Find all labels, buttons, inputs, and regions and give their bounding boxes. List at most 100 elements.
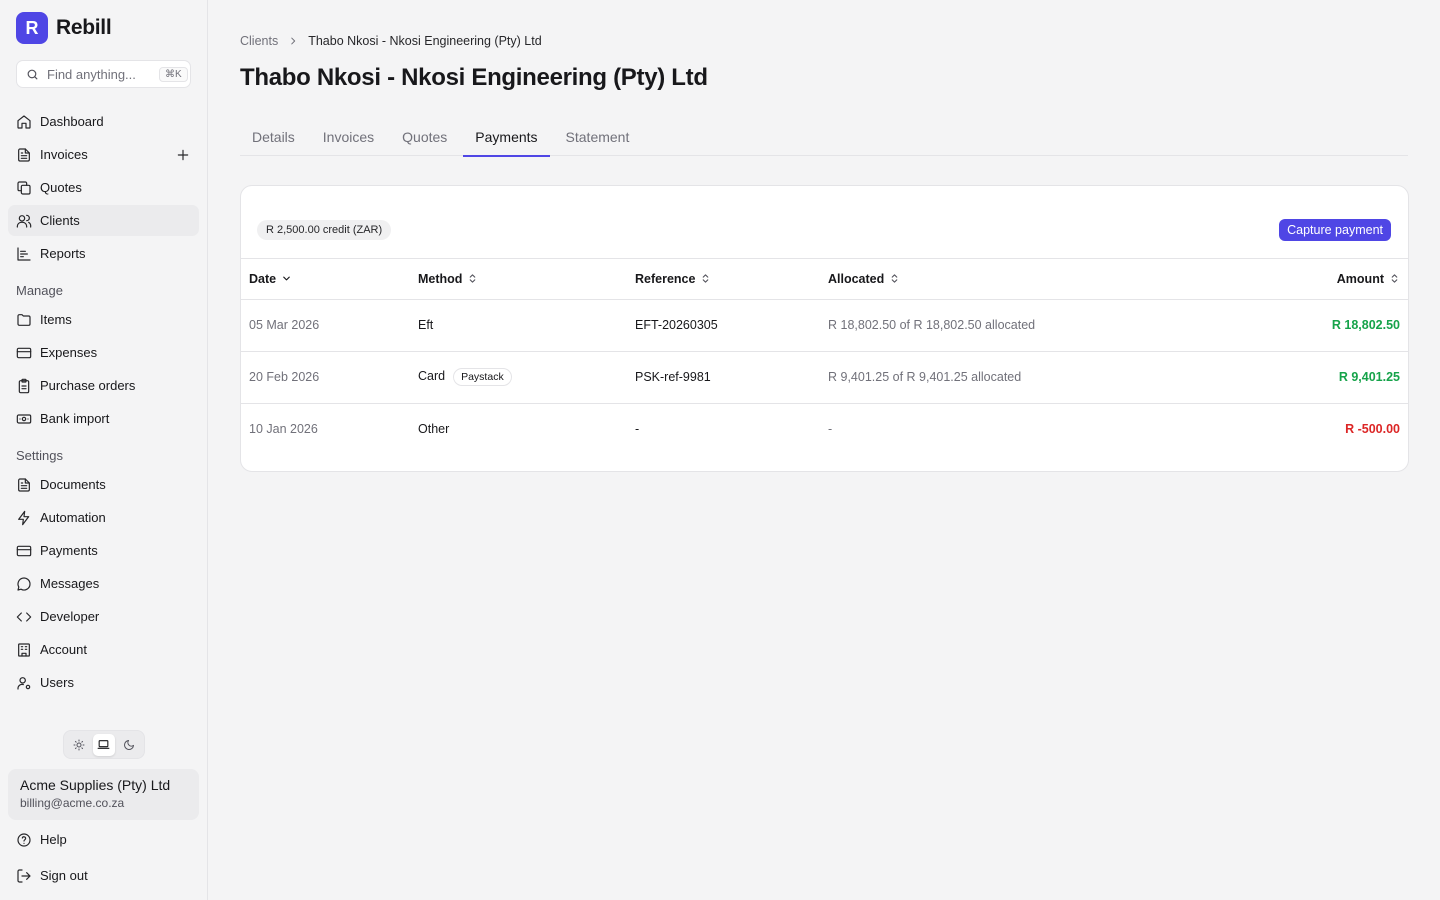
credit-card-icon bbox=[16, 543, 32, 559]
brand-logo: R bbox=[16, 12, 48, 44]
payments-card-header: R 2,500.00 credit (ZAR) Capture payment bbox=[241, 186, 1408, 259]
table-header-row: Date Method Reference Allocated Amount bbox=[241, 259, 1408, 300]
tab-statement[interactable]: Statement bbox=[554, 118, 642, 156]
sidebar-item-label: Users bbox=[40, 675, 74, 690]
sidebar-item-help[interactable]: Help bbox=[8, 824, 199, 855]
column-label: Method bbox=[418, 271, 463, 286]
payment-allocated: R 18,802.50 of R 18,802.50 allocated bbox=[820, 299, 1150, 352]
search-input[interactable] bbox=[47, 66, 159, 82]
sidebar-item-account[interactable]: Account bbox=[8, 634, 199, 665]
sidebar-item-automation[interactable]: Automation bbox=[8, 502, 199, 533]
sort-icon bbox=[1391, 274, 1398, 283]
sidebar-item-clients[interactable]: Clients bbox=[8, 205, 199, 236]
payment-date: 10 Jan 2026 bbox=[249, 422, 318, 437]
sidebar-item-label: Help bbox=[40, 832, 67, 847]
column-header-method[interactable]: Method bbox=[410, 259, 627, 300]
sidebar-item-bank-import[interactable]: Bank import bbox=[8, 403, 199, 434]
sidebar-item-label: Automation bbox=[40, 510, 106, 525]
sidebar-item-label: Quotes bbox=[40, 180, 82, 195]
section-title-manage: Manage bbox=[16, 283, 63, 298]
sidebar-item-sign-out[interactable]: Sign out bbox=[8, 860, 199, 891]
sidebar-item-quotes[interactable]: Quotes bbox=[8, 172, 199, 203]
sort-icon bbox=[470, 274, 476, 283]
provider-badge: Paystack bbox=[453, 368, 512, 386]
add-invoice-icon[interactable] bbox=[175, 147, 191, 163]
theme-toggle bbox=[63, 730, 145, 759]
payment-amount: R 18,802.50 bbox=[1150, 299, 1408, 352]
search-shortcut: ⌘K bbox=[159, 66, 188, 82]
sidebar-item-reports[interactable]: Reports bbox=[8, 238, 199, 269]
payment-method-cell: Eft bbox=[410, 299, 627, 352]
sidebar-item-label: Expenses bbox=[40, 345, 98, 360]
tab-quotes[interactable]: Quotes bbox=[390, 118, 459, 156]
help-circle-icon bbox=[16, 832, 32, 848]
home-icon bbox=[16, 114, 32, 130]
column-header-reference[interactable]: Reference bbox=[627, 259, 820, 300]
sort-icon bbox=[703, 274, 709, 283]
column-header-amount[interactable]: Amount bbox=[1150, 259, 1408, 300]
table-row[interactable]: 10 Jan 2026 Other - - R -500.00 bbox=[241, 403, 1408, 455]
search-box[interactable]: ⌘K bbox=[16, 60, 191, 88]
column-header-date[interactable]: Date bbox=[241, 259, 410, 300]
breadcrumb-current: Thabo Nkosi - Nkosi Engineering (Pty) Lt… bbox=[308, 34, 542, 48]
section-title-settings: Settings bbox=[16, 448, 63, 463]
payment-allocated: R 9,401.25 of R 9,401.25 allocated bbox=[820, 351, 1150, 404]
table-row[interactable]: 05 Mar 2026 Eft EFT-20260305 R 18,802.50… bbox=[241, 299, 1408, 352]
laptop-icon[interactable] bbox=[92, 733, 115, 756]
tab-invoices[interactable]: Invoices bbox=[311, 118, 386, 156]
account-switcher[interactable]: Acme Supplies (Pty) Ltd billing@acme.co.… bbox=[8, 769, 199, 820]
tab-details[interactable]: Details bbox=[240, 118, 307, 156]
sidebar-item-invoices[interactable]: Invoices bbox=[8, 139, 199, 170]
search-icon bbox=[27, 69, 38, 79]
sidebar-item-label: Documents bbox=[40, 477, 106, 492]
capture-payment-button[interactable]: Capture payment bbox=[1279, 219, 1391, 241]
copy-icon bbox=[16, 180, 32, 196]
payment-amount: R -500.00 bbox=[1345, 422, 1400, 437]
log-out-icon bbox=[16, 868, 32, 884]
main-content: Clients Thabo Nkosi - Nkosi Engineering … bbox=[208, 0, 1440, 900]
column-label: Amount bbox=[1336, 271, 1384, 286]
bottom-nav-signout: Sign out bbox=[8, 860, 199, 893]
sidebar-item-items[interactable]: Items bbox=[8, 304, 199, 335]
tab-payments[interactable]: Payments bbox=[463, 118, 550, 157]
sidebar-item-label: Sign out bbox=[40, 868, 88, 883]
column-header-allocated[interactable]: Allocated bbox=[820, 259, 1150, 300]
payment-method-cell: Card Paystack bbox=[410, 351, 627, 404]
sidebar-item-label: Clients bbox=[40, 213, 80, 228]
moon-icon[interactable] bbox=[118, 734, 140, 756]
page-title: Thabo Nkosi - Nkosi Engineering (Pty) Lt… bbox=[240, 64, 708, 91]
payment-reference: - bbox=[635, 422, 640, 437]
sidebar-item-messages[interactable]: Messages bbox=[8, 568, 199, 599]
message-circle-icon bbox=[16, 576, 32, 592]
breadcrumb-clients-link[interactable]: Clients bbox=[240, 34, 278, 48]
zap-icon bbox=[16, 510, 32, 526]
credit-badge: R 2,500.00 credit (ZAR) bbox=[257, 220, 392, 240]
sidebar-item-label: Account bbox=[40, 642, 87, 657]
sidebar-item-purchase-orders[interactable]: Purchase orders bbox=[8, 370, 199, 401]
sidebar-item-label: Reports bbox=[40, 246, 86, 261]
chevron-down-icon bbox=[283, 276, 290, 281]
column-label: Reference bbox=[635, 271, 696, 286]
breadcrumb: Clients Thabo Nkosi - Nkosi Engineering … bbox=[240, 34, 1408, 48]
sidebar-item-label: Developer bbox=[40, 609, 100, 624]
sidebar-item-documents[interactable]: Documents bbox=[8, 469, 199, 500]
column-label: Allocated bbox=[828, 271, 885, 286]
sun-icon[interactable] bbox=[68, 734, 90, 756]
sidebar-item-payments[interactable]: Payments bbox=[8, 535, 199, 566]
payment-amount: R 9,401.25 bbox=[1150, 351, 1408, 404]
brand[interactable]: R Rebill bbox=[16, 12, 199, 44]
account-company: Acme Supplies (Pty) Ltd bbox=[20, 777, 171, 793]
code-icon bbox=[16, 609, 32, 625]
table-row[interactable]: 20 Feb 2026 Card Paystack PSK-ref-9981 R … bbox=[241, 351, 1408, 404]
payments-card: R 2,500.00 credit (ZAR) Capture payment … bbox=[240, 185, 1409, 472]
payment-reference: EFT-20260305 bbox=[627, 299, 820, 352]
sidebar-item-label: Purchase orders bbox=[40, 378, 136, 393]
clipboard-icon bbox=[16, 378, 32, 394]
sort-icon bbox=[891, 274, 898, 283]
sidebar: R Rebill ⌘K Dashboard Invoices Quotes bbox=[0, 0, 208, 900]
sidebar-item-developer[interactable]: Developer bbox=[8, 601, 199, 632]
sidebar-item-dashboard[interactable]: Dashboard bbox=[8, 106, 199, 137]
credit-card-icon bbox=[16, 345, 32, 361]
sidebar-item-users[interactable]: Users bbox=[8, 667, 199, 698]
sidebar-item-expenses[interactable]: Expenses bbox=[8, 337, 199, 368]
